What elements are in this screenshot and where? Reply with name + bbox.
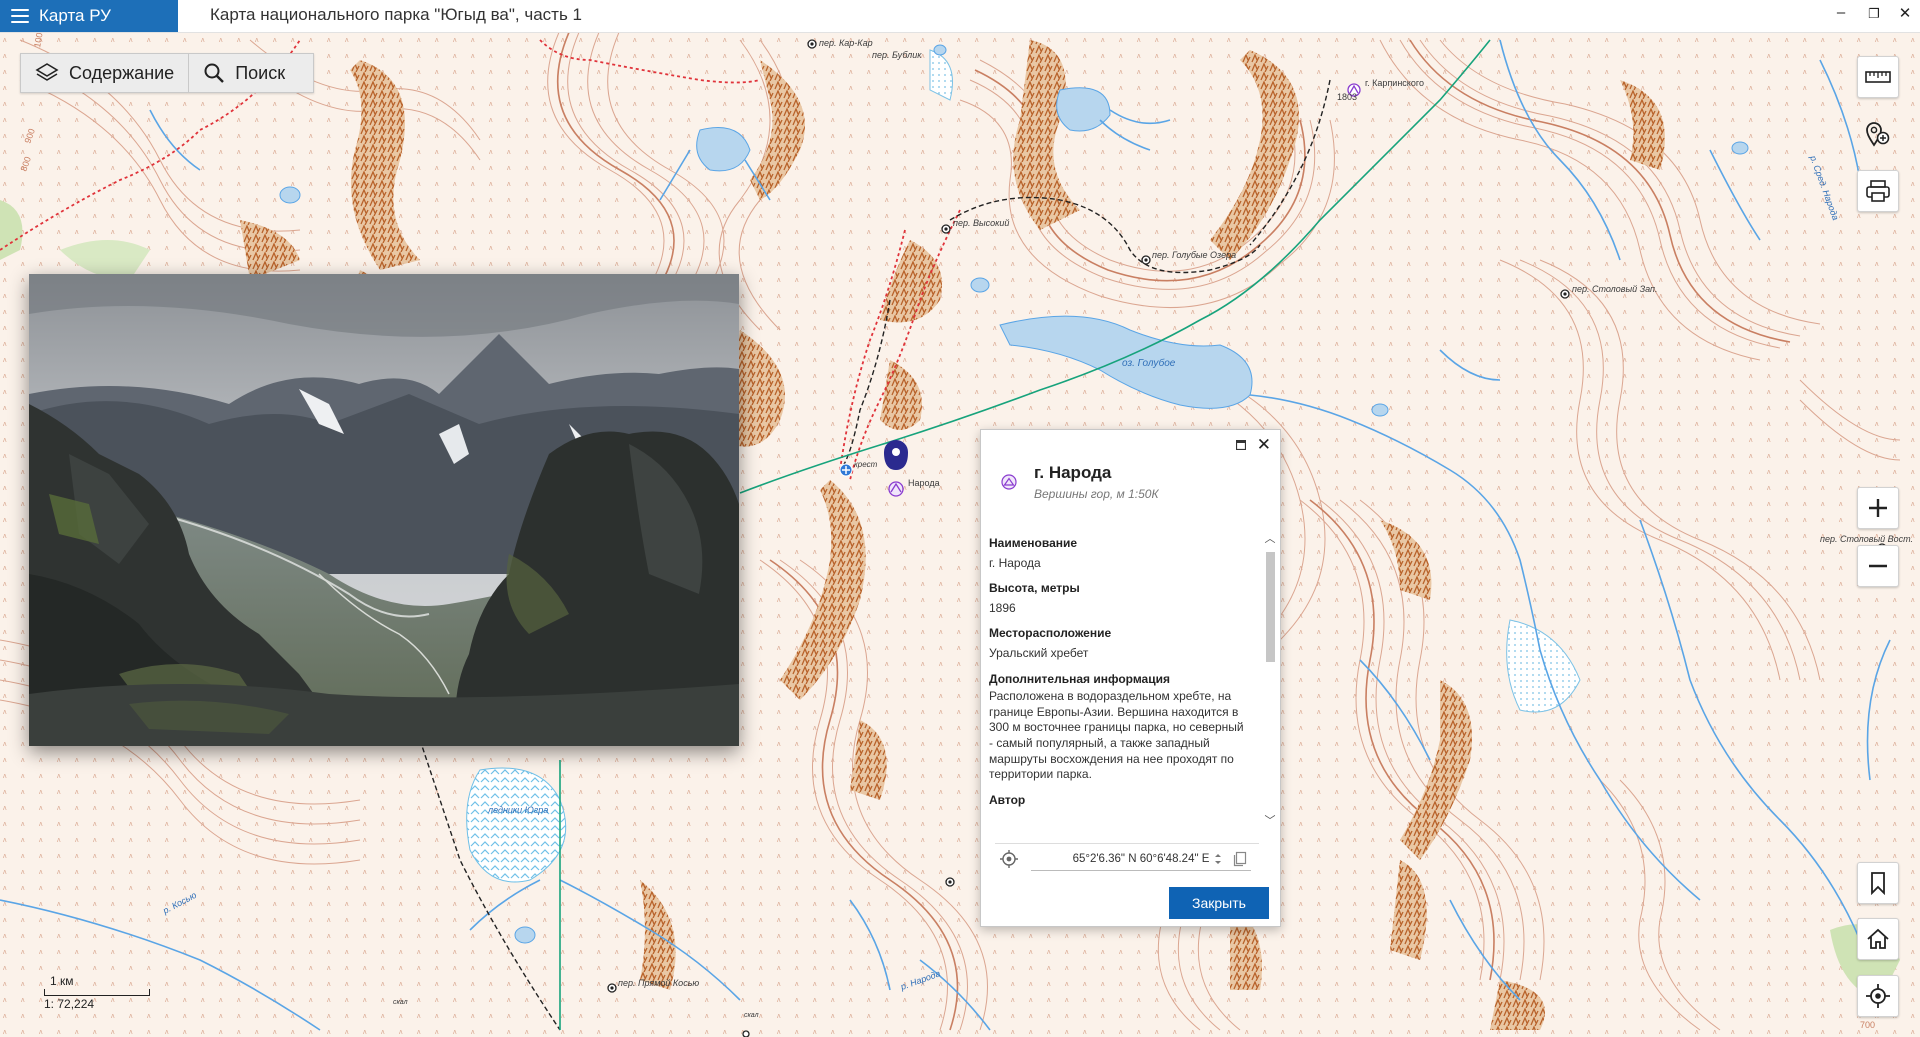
bookmarks-button[interactable] [1857,862,1899,904]
field-label: Автор [989,792,1026,807]
maximize-icon [1235,439,1247,451]
home-extent-button[interactable] [1857,918,1899,960]
minimize-button[interactable]: – [1829,4,1853,21]
field-value: Расположена в водораздельном хребте, на … [989,689,1244,782]
map-label: пер. Высокий [953,218,1009,228]
popup-scrollbar[interactable]: ︿ ﹀ [1263,530,1277,828]
home-icon [1867,928,1889,949]
hamburger-icon [11,9,29,23]
map-label: пер. Столовый Вост. [1820,534,1913,544]
map-label: пер. Бублик [872,50,922,60]
feature-info-popup: ✕ г. Народа Вершины гор, м 1:50К Наимено… [980,429,1281,927]
printer-icon [1866,180,1890,202]
scroll-down-icon[interactable]: ﹀ [1263,812,1277,828]
coordinate-format-toggle-icon[interactable] [1213,852,1223,866]
field-value: г. Народа [989,555,1041,570]
field-label: Высота, метры [989,581,1080,596]
maximize-popup-button[interactable] [1235,438,1247,453]
contents-button[interactable]: Содержание [21,54,188,92]
map-label: пер. Столовый Зап. [1572,284,1657,294]
window-title: Карта национального парка "Югыд ва", час… [210,5,582,24]
zoom-out-button[interactable] [1857,545,1899,587]
scale-ratio: 1: 72,224 [44,997,95,1011]
map-label: Народа [908,478,940,488]
my-location-button[interactable] [1857,975,1899,1017]
close-button[interactable]: Закрыть [1169,887,1269,919]
zoom-in-button[interactable] [1857,487,1899,529]
map-label: пер. Кар-Кар [819,38,873,48]
measure-button[interactable] [1857,56,1899,98]
scale-bar: 1 км 1: 72,224 [44,974,150,1011]
bookmark-icon [1871,872,1885,895]
locate-icon[interactable] [999,849,1019,869]
scale-label: 1 км [50,974,74,988]
ruler-icon [1865,71,1891,83]
map-label: г. Карпинского [1365,78,1424,88]
map-label: оз. Голубое [1122,357,1176,369]
popup-title: г. Народа [1034,463,1112,482]
popup-subtitle: Вершины гор, м 1:50К [1034,487,1159,501]
map-label: 700 [1860,1020,1875,1030]
search-icon [204,63,225,83]
locate-icon [1866,984,1890,1008]
field-label: Месторасположение [989,626,1112,641]
scroll-up-icon[interactable]: ︿ [1263,530,1277,546]
close-window-button[interactable]: ✕ [1893,4,1917,22]
map-label: скал [393,999,408,1006]
coordinates-row: 65°2'6.36" N 60°6'48.24" E [995,843,1259,874]
map-toolbar: Содержание Поиск [20,53,315,93]
map-label: пер. Голубые Озера [1152,250,1236,260]
minus-icon [1869,564,1887,568]
map-label: скал [744,1012,759,1019]
print-button[interactable] [1857,170,1899,212]
map-label: пер. Прямой Косью [618,978,699,988]
location-photo[interactable] [29,274,739,746]
add-location-icon [1866,122,1890,147]
mountain-peak-icon [1001,474,1017,490]
scale-ruler [44,989,150,996]
search-label: Поиск [235,62,286,83]
app-name: Карта РУ [39,6,111,25]
layers-icon [35,63,59,81]
plus-icon [1869,499,1887,517]
map-label: ледники Югра [487,805,548,815]
field-value: Уральский хребет [989,645,1089,660]
scroll-thumb[interactable] [1266,552,1275,662]
add-placemark-button[interactable] [1857,114,1897,154]
app-menu-button[interactable]: Карта РУ [0,0,178,32]
field-value: 1896 [989,600,1016,615]
coordinates-value: 65°2'6.36" N 60°6'48.24" E [1072,853,1210,865]
field-label: Наименование [989,536,1078,550]
popup-attributes[interactable]: Наименование г. Народа Высота, метры 189… [989,530,1245,825]
mountain-photo-image [29,274,739,746]
map-label: 1803 [1337,92,1357,102]
field-label: Дополнительная информация [989,671,1170,686]
restore-button[interactable]: ❐ [1862,6,1886,22]
search-button[interactable]: Поиск [188,54,313,92]
close-popup-button[interactable]: ✕ [1257,435,1271,455]
contents-label: Содержание [69,62,175,83]
title-bar: Карта РУ Карта национального парка "Югыд… [0,0,1920,33]
map-label: крест [854,460,878,469]
copy-icon[interactable] [1233,851,1247,867]
